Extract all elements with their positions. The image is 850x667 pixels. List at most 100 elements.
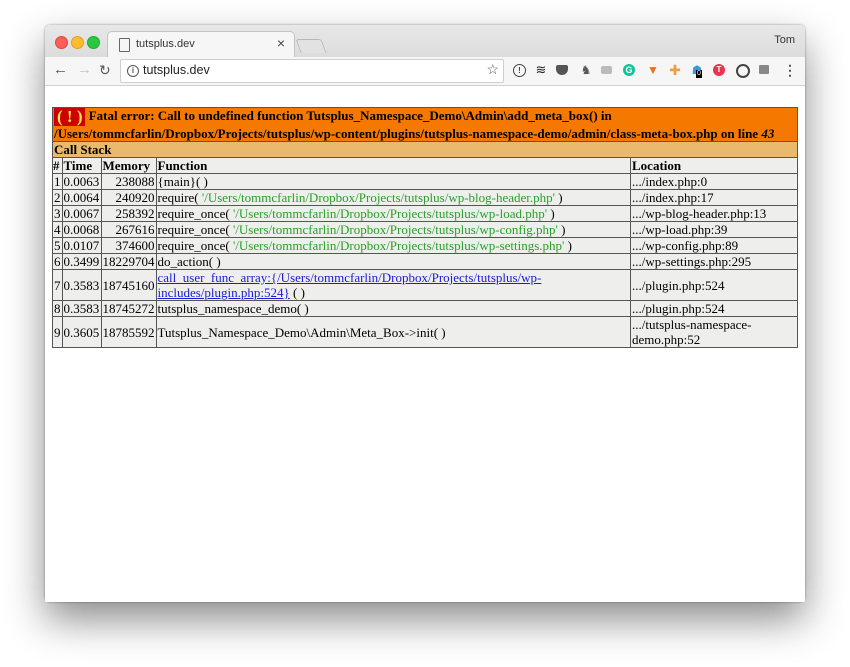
back-arrow-icon[interactable]: ←	[53, 61, 68, 79]
row-number: 2	[52, 189, 63, 206]
pocket-icon[interactable]	[556, 65, 568, 75]
row-location: .../wp-load.php:39	[630, 221, 798, 238]
row-time: 0.0067	[61, 205, 102, 222]
profile-name[interactable]: Tom	[774, 34, 795, 46]
close-tab-icon[interactable]: ×	[277, 35, 285, 51]
new-tab-button[interactable]	[295, 39, 327, 53]
maximize-window-button[interactable]	[87, 36, 100, 49]
browser-toolbar: ← → ↻ i tutsplus.dev ☆ ! ≋ ♞ G ▼ ✚ ☗0 T …	[45, 57, 805, 86]
tumblr-extension-icon[interactable]: T	[713, 64, 725, 76]
row-location: .../index.php:0	[630, 173, 798, 190]
header-number: #	[52, 157, 63, 174]
row-function: tutsplus_namespace_demo( )	[155, 300, 631, 317]
reload-icon[interactable]: ↻	[99, 61, 111, 79]
function-name: require_once(	[157, 222, 233, 237]
function-name: {main}( )	[157, 174, 208, 189]
table-row: 7 0.3583 18745160 call_user_func_array:{/Us…	[52, 269, 798, 301]
function-close-paren: )	[564, 238, 572, 253]
row-time: 0.0107	[61, 237, 102, 254]
row-time: 0.3583	[61, 269, 102, 301]
close-window-button[interactable]	[55, 36, 68, 49]
table-row: 4 0.0068 267616 require_once( '/Users/tommc…	[52, 221, 798, 238]
function-argument: '/Users/tommcfarlin/Dropbox/Projects/tut…	[232, 222, 558, 237]
function-argument: '/Users/tommcfarlin/Dropbox/Projects/tut…	[232, 206, 548, 221]
ghostery-badge: 0	[696, 70, 702, 78]
row-memory: 18745272	[100, 300, 157, 317]
table-row: 3 0.0067 258392 require_once( '/Users/tommc…	[52, 205, 798, 222]
function-name: require_once(	[157, 238, 233, 253]
row-time: 0.3605	[61, 316, 102, 348]
row-time: 0.3499	[61, 253, 102, 270]
header-memory: Memory	[100, 157, 157, 174]
1password-icon[interactable]: !	[513, 64, 526, 77]
address-bar[interactable]: i tutsplus.dev ☆	[120, 59, 504, 83]
error-text: Fatal error: Call to undefined function …	[54, 108, 762, 141]
row-memory: 258392	[100, 205, 157, 222]
row-number: 8	[52, 300, 63, 317]
info-icon[interactable]: i	[127, 65, 139, 77]
buffer-icon[interactable]: ≋	[534, 63, 548, 77]
row-location: .../wp-blog-header.php:13	[630, 205, 798, 222]
row-number: 1	[52, 173, 63, 190]
grammarly-icon[interactable]: G	[623, 64, 635, 76]
row-location: .../wp-config.php:89	[630, 237, 798, 254]
clock-extension-icon[interactable]: ✚	[668, 63, 682, 77]
row-number: 5	[52, 237, 63, 254]
tabs-icon[interactable]	[759, 65, 769, 74]
vpn-icon[interactable]	[736, 64, 750, 78]
row-number: 4	[52, 221, 63, 238]
function-argument: '/Users/tommcfarlin/Dropbox/Projects/tut…	[201, 190, 555, 205]
row-memory: 18229704	[100, 253, 157, 270]
row-location: .../plugin.php:524	[630, 300, 798, 317]
header-time: Time	[61, 157, 102, 174]
error-line: 43	[761, 126, 775, 141]
table-row: 9 0.3605 18785592 Tutsplus_Namespace_Demo\A…	[52, 316, 798, 348]
minimize-window-button[interactable]	[71, 36, 84, 49]
table-row: 5 0.0107 374600 require_once( '/Users/tommc…	[52, 237, 798, 254]
page-content: ( ! ) Fatal error: Call to undefined fun…	[45, 86, 805, 602]
ghostery-icon[interactable]: ☗0	[690, 63, 704, 78]
row-location: .../wp-settings.php:295	[630, 253, 798, 270]
tab-tutsplus[interactable]: tutsplus.dev ×	[107, 31, 295, 58]
row-location: .../tutsplus-namespace-demo.php:52	[630, 316, 798, 348]
header-function: Function	[155, 157, 631, 174]
row-time: 0.0064	[61, 189, 102, 206]
function-close-paren: )	[555, 190, 563, 205]
row-function: require_once( '/Users/tommcfarlin/Dropbo…	[155, 237, 631, 254]
row-memory: 374600	[100, 237, 157, 254]
table-header-row: # Time Memory Function Location	[52, 157, 798, 174]
row-number: 7	[52, 269, 63, 301]
row-memory: 267616	[100, 221, 157, 238]
row-memory: 240920	[100, 189, 157, 206]
function-argument: '/Users/tommcfarlin/Dropbox/Projects/tut…	[232, 238, 565, 253]
menu-icon[interactable]: ⋮	[783, 63, 797, 77]
forward-arrow-icon[interactable]: →	[77, 61, 92, 79]
row-location: .../plugin.php:524	[630, 269, 798, 301]
row-location: .../index.php:17	[630, 189, 798, 206]
row-memory: 18745160	[100, 269, 157, 301]
fatal-error-message: ( ! ) Fatal error: Call to undefined fun…	[52, 107, 798, 142]
row-number: 6	[52, 253, 63, 270]
function-link[interactable]: call_user_func_array:{/Users/tommcfarlin…	[158, 270, 542, 300]
fox-extension-icon[interactable]: ▼	[646, 63, 660, 77]
row-number: 3	[52, 205, 63, 222]
table-row: 8 0.3583 18745272 tutsplus_namespace_demo( …	[52, 300, 798, 317]
tab-title: tutsplus.dev	[136, 38, 195, 50]
function-name: Tutsplus_Namespace_Demo\Admin\Meta_Box->…	[157, 324, 446, 340]
evernote-icon[interactable]: ♞	[579, 63, 593, 77]
function-close-paren: )	[547, 206, 555, 221]
bookmark-star-icon[interactable]: ☆	[486, 61, 499, 78]
url-text[interactable]: tutsplus.dev	[143, 63, 210, 77]
function-name: tutsplus_namespace_demo( )	[157, 301, 309, 316]
function-close-paren: ( )	[289, 285, 305, 300]
table-row: 6 0.3499 18229704 do_action( ) .../wp-settin…	[52, 253, 798, 270]
table-row: 2 0.0064 240920 require( '/Users/tommcfarli…	[52, 189, 798, 206]
browser-window: tutsplus.dev × Tom ← → ↻ i tutsplus.dev …	[45, 25, 805, 602]
warning-icon: ( ! )	[54, 108, 86, 126]
row-memory: 238088	[100, 173, 157, 190]
screenshot-icon[interactable]	[601, 66, 612, 74]
row-function: require( '/Users/tommcfarlin/Dropbox/Pro…	[155, 189, 631, 206]
row-time: 0.0068	[61, 221, 102, 238]
xdebug-error-table: ( ! ) Fatal error: Call to undefined fun…	[52, 107, 798, 348]
call-stack-title: Call Stack	[52, 141, 798, 158]
